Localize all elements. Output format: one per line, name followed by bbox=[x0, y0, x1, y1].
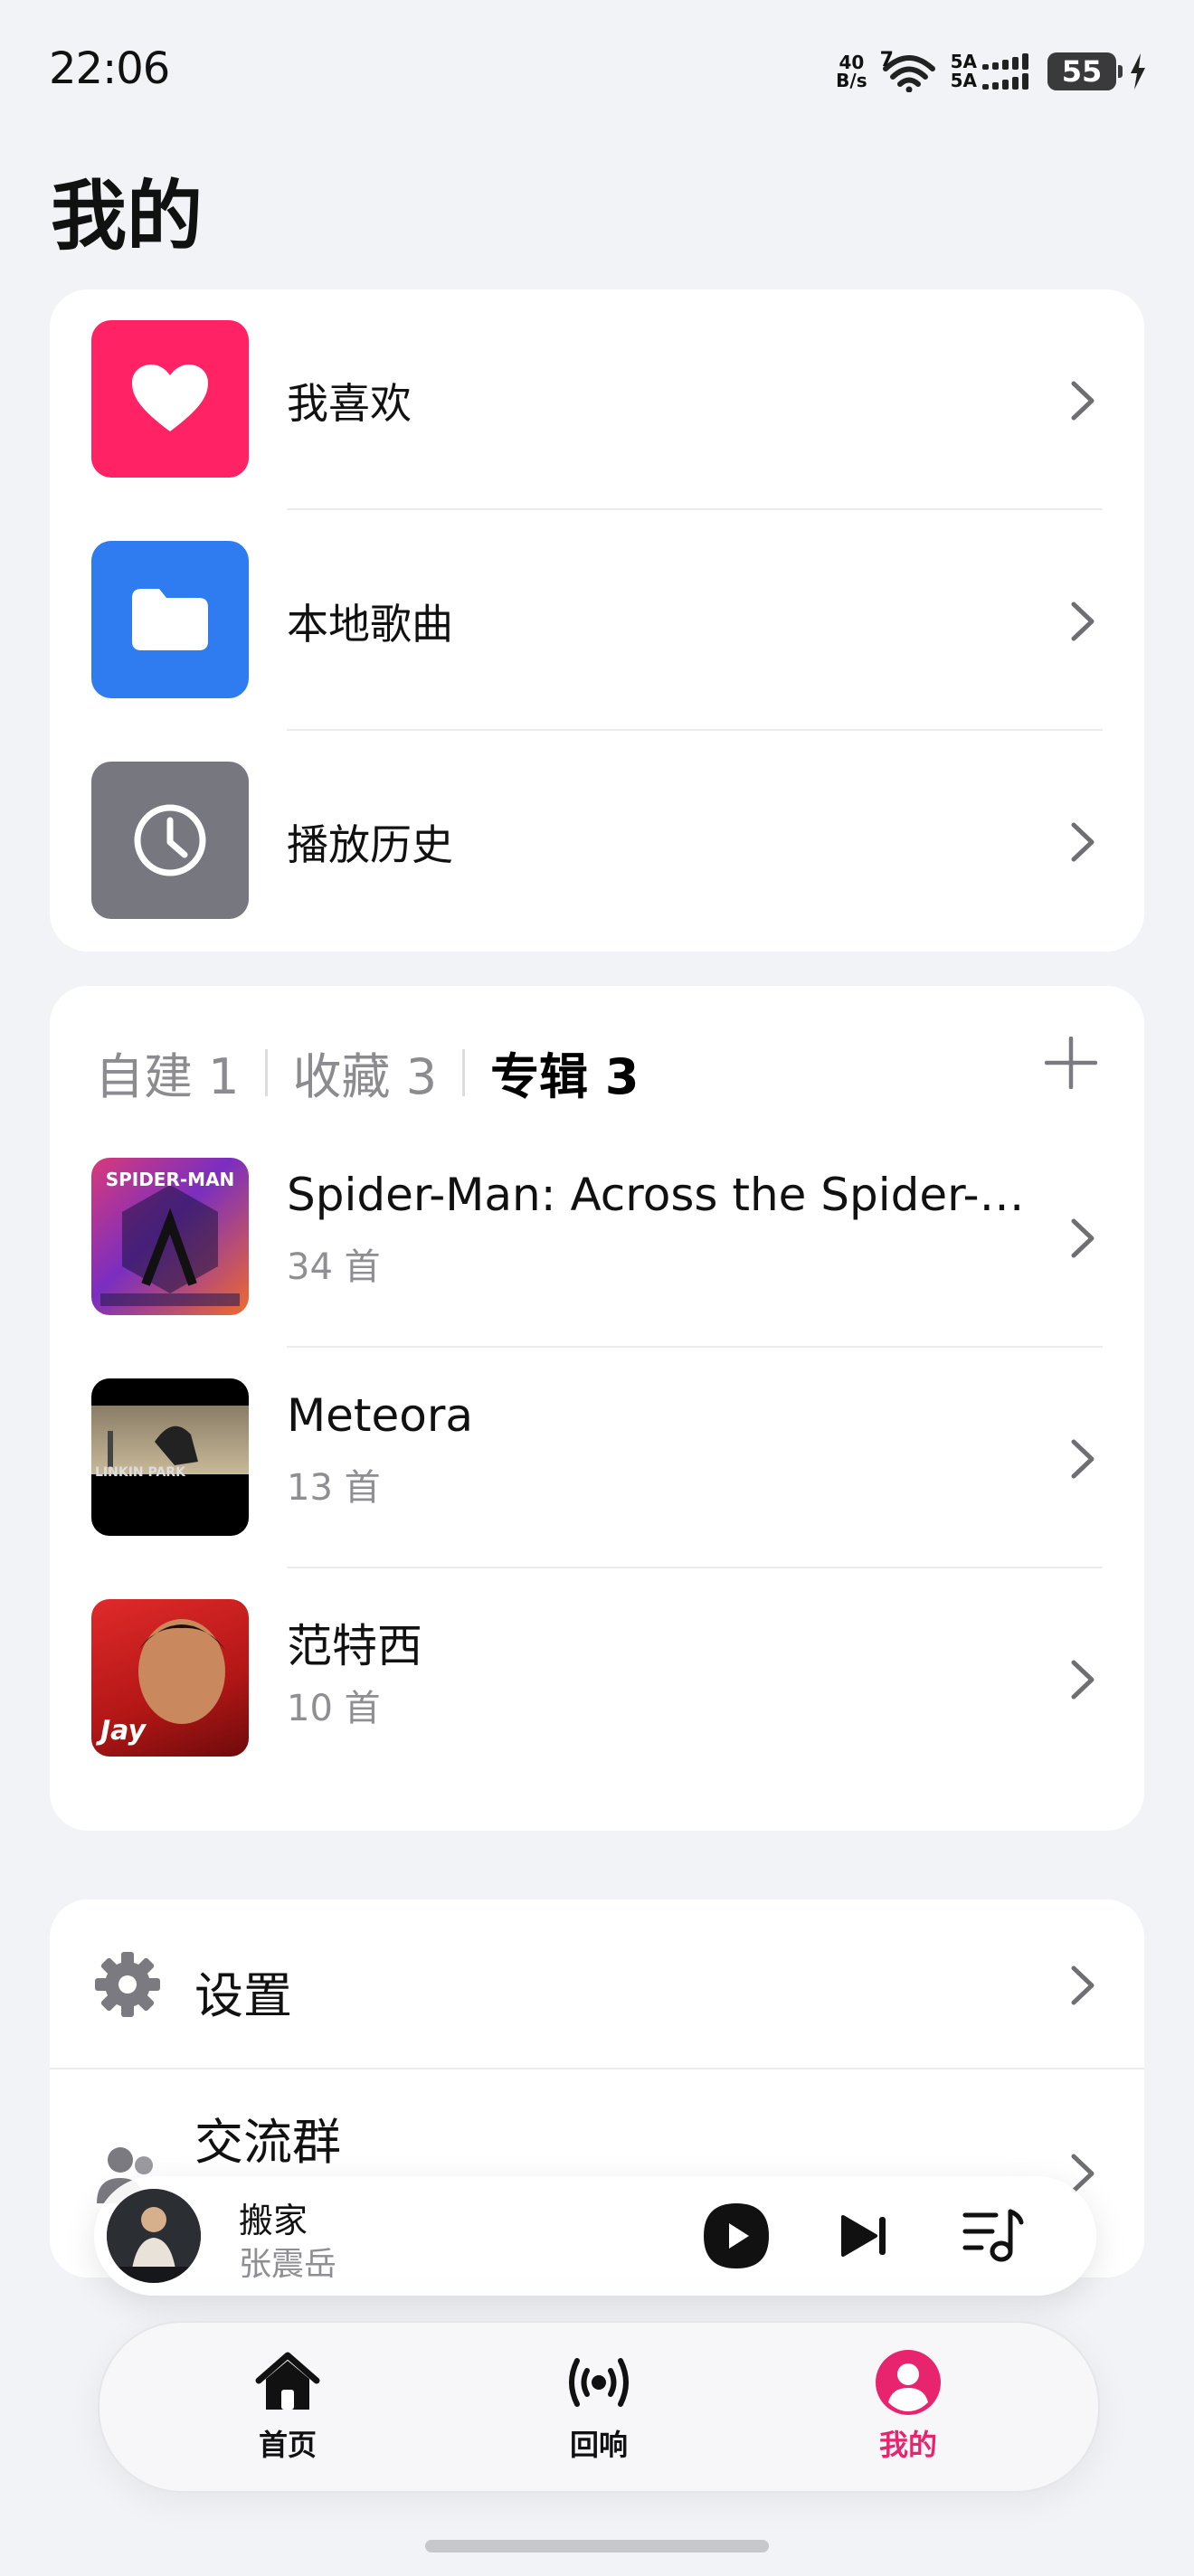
wifi-icon: 7 bbox=[880, 49, 938, 93]
playlist-button[interactable] bbox=[957, 2200, 1029, 2272]
local-songs-row[interactable]: 本地歌曲 bbox=[50, 510, 1144, 731]
settings-row[interactable]: 设置 bbox=[50, 1899, 1144, 2069]
home-icon bbox=[255, 2352, 320, 2410]
add-icon[interactable] bbox=[1045, 1037, 1097, 1089]
profile-icon bbox=[876, 2350, 941, 2415]
chevron-right-icon bbox=[1071, 601, 1094, 641]
nav-home[interactable]: 首页 bbox=[197, 2346, 378, 2464]
mini-player[interactable]: 搬家 张震岳 bbox=[94, 2176, 1096, 2296]
now-playing-artist: 张震岳 bbox=[239, 2246, 337, 2283]
album-cover: LINKIN PARK bbox=[91, 1378, 249, 1536]
battery-indicator: 55 bbox=[1047, 52, 1123, 90]
skip-next-icon bbox=[841, 2215, 886, 2257]
charging-icon bbox=[1131, 53, 1145, 90]
quick-links-card: 我喜欢 本地歌曲 播放历史 bbox=[50, 289, 1144, 952]
playlist-card: 自建 1 收藏 3 专辑 3 SPIDER-MAN Spider-Man: Ac… bbox=[50, 986, 1144, 1831]
tab-self-created[interactable]: 自建 1 bbox=[95, 1037, 240, 1108]
broadcast-icon bbox=[569, 2358, 629, 2407]
chevron-right-icon bbox=[1071, 1965, 1094, 2005]
play-button[interactable] bbox=[700, 2200, 772, 2272]
album-row[interactable]: SPIDER-MAN Spider-Man: Across the Spider… bbox=[50, 1127, 1144, 1348]
chevron-right-icon bbox=[1071, 822, 1094, 862]
tab-collected[interactable]: 收藏 3 bbox=[293, 1037, 438, 1108]
chevron-right-icon bbox=[1071, 1218, 1094, 1258]
liked-songs-row[interactable]: 我喜欢 bbox=[50, 289, 1144, 510]
tab-albums[interactable]: 专辑 3 bbox=[490, 1037, 639, 1108]
page-title: 我的 bbox=[51, 172, 204, 260]
clock-icon bbox=[91, 762, 249, 919]
chevron-right-icon bbox=[1071, 1660, 1094, 1700]
bottom-navigation: 首页 回响 我的 bbox=[98, 2321, 1100, 2493]
folder-icon bbox=[91, 541, 249, 698]
tab-separator bbox=[264, 1048, 268, 1096]
queue-icon bbox=[962, 2209, 1024, 2262]
next-button[interactable] bbox=[829, 2200, 901, 2272]
album-row[interactable]: LINKIN PARK Meteora 13 首 bbox=[50, 1348, 1144, 1568]
play-icon bbox=[704, 2203, 769, 2268]
now-playing-cover bbox=[107, 2189, 201, 2283]
now-playing-title: 搬家 bbox=[239, 2201, 308, 2240]
status-time: 22:06 bbox=[49, 43, 170, 94]
album-row[interactable]: Jay 范特西 10 首 bbox=[50, 1568, 1144, 1789]
chevron-right-icon bbox=[1071, 1439, 1094, 1479]
tab-separator bbox=[462, 1048, 466, 1096]
chevron-right-icon bbox=[1071, 381, 1094, 421]
nav-mine[interactable]: 我的 bbox=[818, 2346, 999, 2464]
gear-icon bbox=[95, 1952, 160, 2017]
home-indicator bbox=[425, 2540, 769, 2552]
play-history-row[interactable]: 播放历史 bbox=[50, 731, 1144, 952]
heart-icon bbox=[91, 320, 249, 478]
status-icons: 40 B/s 7 5A 5A 55 bbox=[836, 47, 1147, 96]
signal-icon: 5A 5A bbox=[951, 52, 1035, 90]
album-cover: Jay bbox=[91, 1599, 249, 1757]
nav-echo[interactable]: 回响 bbox=[508, 2346, 689, 2464]
network-speed: 40 B/s bbox=[836, 52, 867, 91]
album-cover: SPIDER-MAN bbox=[91, 1158, 249, 1315]
playlist-tabs: 自建 1 收藏 3 专辑 3 bbox=[95, 1037, 639, 1108]
